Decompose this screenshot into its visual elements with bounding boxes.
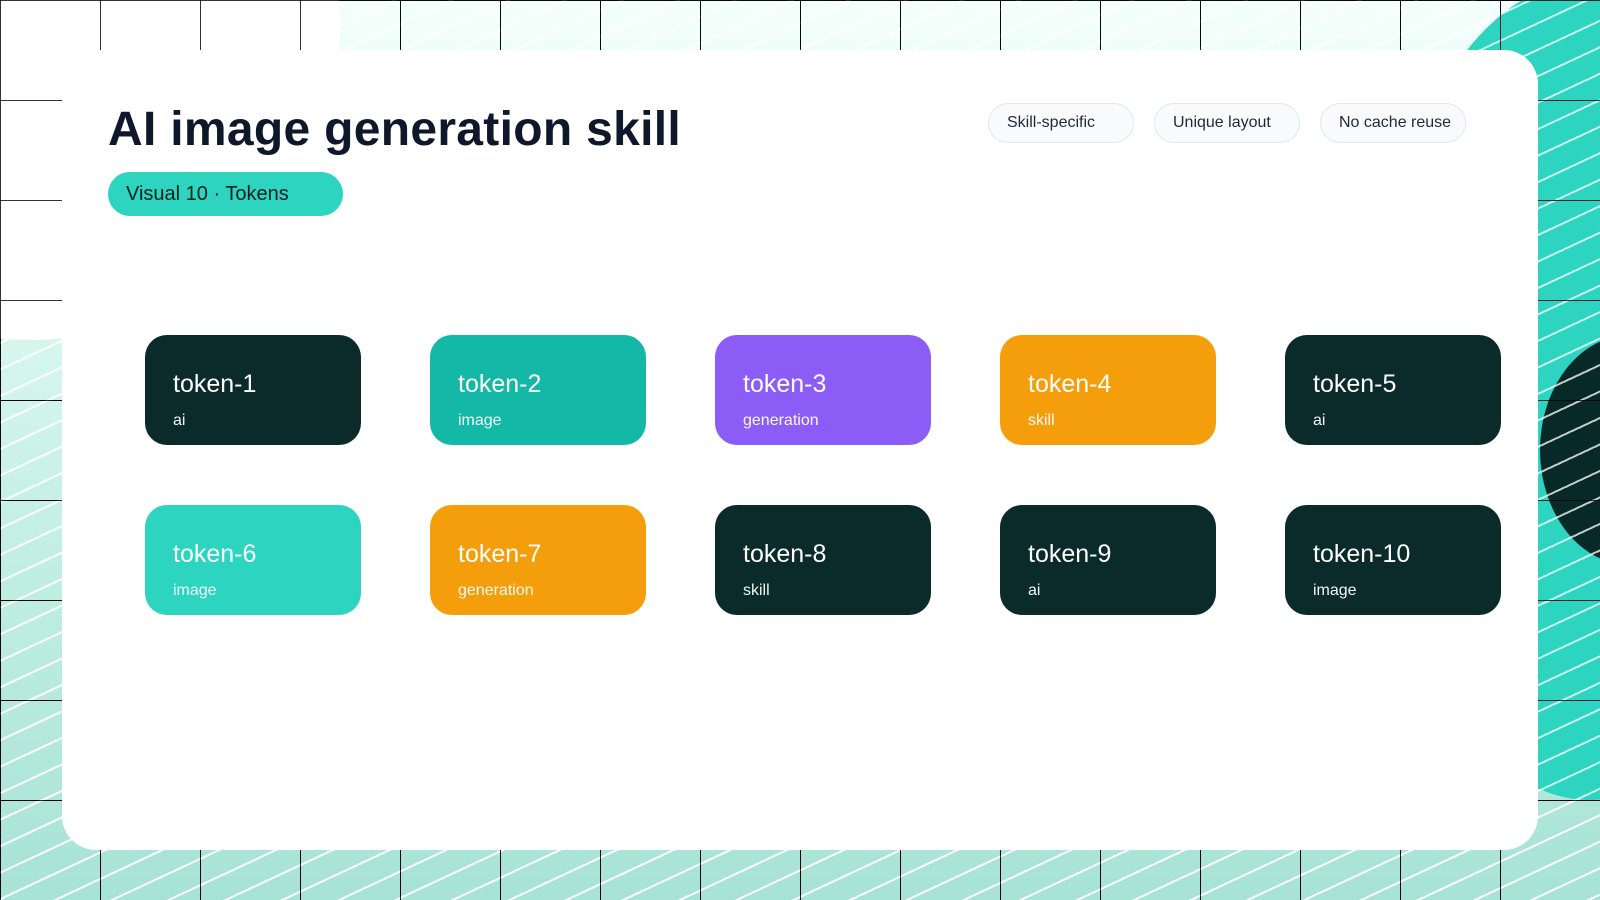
- token-word: ai: [1028, 582, 1041, 599]
- token-name: token-9: [1028, 540, 1112, 568]
- subtitle-badge: Visual 10 · Tokens: [108, 172, 343, 216]
- token-name: token-7: [458, 540, 542, 568]
- chip-unique-layout: Unique layout: [1154, 103, 1300, 143]
- token-card-6: token-6 image: [145, 505, 361, 615]
- token-card-3: token-3 generation: [715, 335, 931, 445]
- token-card-4: token-4 skill: [1000, 335, 1216, 445]
- token-name: token-8: [743, 540, 827, 568]
- token-word: ai: [173, 412, 186, 429]
- chip-skill-specific: Skill-specific: [988, 103, 1134, 143]
- token-word: generation: [743, 412, 819, 429]
- token-word: image: [1313, 582, 1357, 599]
- token-card-8: token-8 skill: [715, 505, 931, 615]
- token-card-7: token-7 generation: [430, 505, 646, 615]
- token-word: generation: [458, 582, 534, 599]
- token-word: ai: [1313, 412, 1326, 429]
- token-word: image: [173, 582, 217, 599]
- token-card-1: token-1 ai: [145, 335, 361, 445]
- token-name: token-3: [743, 370, 827, 398]
- token-name: token-2: [458, 370, 542, 398]
- token-name: token-5: [1313, 370, 1397, 398]
- token-card-5: token-5 ai: [1285, 335, 1501, 445]
- chip-group: Skill-specific Unique layout No cache re…: [988, 103, 1466, 143]
- token-word: skill: [743, 582, 770, 599]
- page-title: AI image generation skill: [108, 103, 681, 156]
- token-name: token-1: [173, 370, 257, 398]
- token-word: skill: [1028, 412, 1055, 429]
- chip-no-cache-reuse: No cache reuse: [1320, 103, 1466, 143]
- token-word: image: [458, 412, 502, 429]
- token-card-2: token-2 image: [430, 335, 646, 445]
- token-name: token-10: [1313, 540, 1411, 568]
- token-name: token-6: [173, 540, 257, 568]
- token-card-10: token-10 image: [1285, 505, 1501, 615]
- content-card: AI image generation skill Visual 10 · To…: [62, 50, 1538, 850]
- token-card-9: token-9 ai: [1000, 505, 1216, 615]
- token-name: token-4: [1028, 370, 1112, 398]
